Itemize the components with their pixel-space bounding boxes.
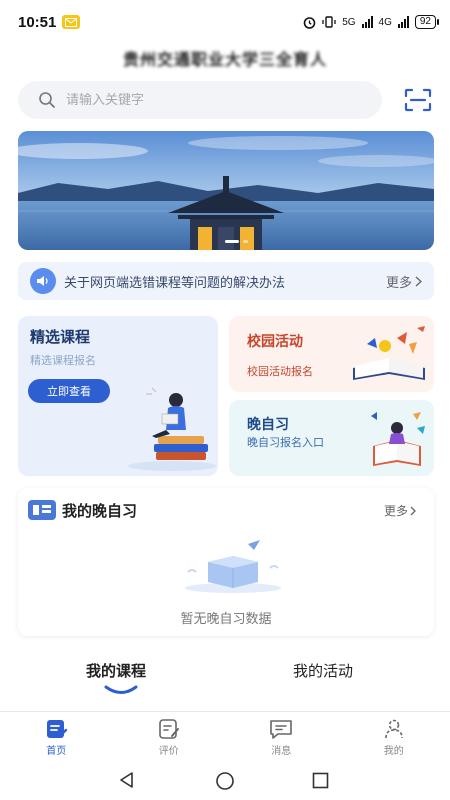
nav-item-profile[interactable]: 我的 bbox=[338, 712, 450, 761]
evaluate-icon bbox=[158, 719, 179, 739]
evening-study-more-label: 更多 bbox=[384, 504, 409, 518]
home-circle-icon[interactable] bbox=[215, 771, 235, 791]
search-bar[interactable] bbox=[18, 81, 382, 119]
view-now-button[interactable]: 立即查看 bbox=[28, 379, 110, 403]
home-icon bbox=[47, 720, 68, 738]
scan-icon bbox=[404, 88, 432, 112]
open-book-illustration bbox=[353, 326, 425, 380]
notice-more-label: 更多 bbox=[385, 275, 412, 291]
campus-activity-card[interactable]: 校园活动 校园活动报名 bbox=[229, 316, 434, 392]
study-book-illustration bbox=[371, 412, 425, 466]
banner-indicator bbox=[225, 240, 248, 243]
tab-my-activities[interactable]: 我的活动 bbox=[293, 660, 353, 681]
study-list-icon bbox=[28, 500, 56, 520]
notice-more-link[interactable]: 更多 bbox=[386, 272, 422, 291]
nav-label-evaluate: 评价 bbox=[158, 746, 179, 757]
bottom-navigation: 首页 评价 消息 我的 bbox=[0, 711, 450, 761]
banner-carousel[interactable] bbox=[18, 131, 434, 250]
chevron-right-icon bbox=[410, 506, 416, 515]
status-bar: 10:51 5G 4G 92 bbox=[0, 0, 450, 44]
signal-5g-label: 5G bbox=[342, 16, 356, 28]
app-title: 贵州交通职业大学三全育人 bbox=[122, 50, 327, 69]
nav-item-home[interactable]: 首页 bbox=[0, 712, 113, 761]
signal-bars-icon bbox=[361, 16, 373, 28]
chevron-right-icon bbox=[415, 275, 422, 287]
recent-apps-icon[interactable] bbox=[312, 772, 329, 789]
status-time: 10:51 bbox=[18, 13, 57, 31]
message-notification-icon bbox=[62, 15, 81, 29]
battery-indicator: 92 bbox=[414, 15, 440, 29]
nav-label-home: 首页 bbox=[46, 746, 67, 757]
banner-image bbox=[18, 131, 434, 250]
profile-icon bbox=[384, 719, 403, 739]
message-icon bbox=[270, 720, 293, 739]
featured-course-card[interactable]: 精选课程 精选课程报名 立即查看 bbox=[18, 316, 218, 476]
status-indicators: 5G 4G 92 bbox=[303, 15, 440, 29]
tab-my-courses[interactable]: 我的课程 bbox=[86, 660, 146, 681]
my-evening-study-panel: 我的晚自习 更多 暂无晚自习数据 bbox=[18, 488, 434, 636]
nav-label-profile: 我的 bbox=[383, 746, 404, 757]
vibrate-icon bbox=[322, 16, 336, 28]
search-icon bbox=[39, 92, 55, 108]
notice-bar[interactable]: 关于网页端选错课程等问题的解决办法 更多 bbox=[18, 262, 434, 300]
evening-study-more-link[interactable]: 更多 bbox=[384, 502, 416, 519]
speaker-icon bbox=[30, 268, 56, 294]
system-navigation-bar bbox=[0, 761, 450, 800]
evening-study-card[interactable]: 晚自习 晚自习报名入口 bbox=[229, 400, 434, 476]
empty-state-text: 暂无晚自习数据 bbox=[180, 612, 272, 627]
featured-course-subtitle: 精选课程报名 bbox=[30, 354, 96, 367]
evening-study-subtitle: 晚自习报名入口 bbox=[247, 436, 324, 449]
campus-activity-title: 校园活动 bbox=[247, 334, 303, 350]
notice-text[interactable]: 关于网页端选错课程等问题的解决办法 bbox=[64, 272, 285, 291]
scan-button[interactable] bbox=[404, 88, 432, 112]
back-icon[interactable] bbox=[118, 771, 136, 789]
tab-active-indicator bbox=[104, 685, 138, 694]
nav-label-messages: 消息 bbox=[271, 746, 292, 757]
empty-box-illustration bbox=[185, 540, 281, 593]
reading-person-illustration bbox=[128, 387, 216, 471]
signal-bars-icon bbox=[397, 16, 409, 28]
signal-4g-label: 4G bbox=[378, 16, 392, 28]
nav-item-messages[interactable]: 消息 bbox=[225, 712, 338, 761]
nav-item-evaluate[interactable]: 评价 bbox=[113, 712, 226, 761]
alarm-icon bbox=[303, 16, 316, 29]
search-input[interactable] bbox=[66, 92, 346, 108]
featured-course-title: 精选课程 bbox=[30, 328, 91, 346]
campus-activity-subtitle: 校园活动报名 bbox=[247, 365, 313, 378]
my-evening-study-title: 我的晚自习 bbox=[62, 502, 138, 520]
evening-study-title: 晚自习 bbox=[247, 417, 289, 433]
